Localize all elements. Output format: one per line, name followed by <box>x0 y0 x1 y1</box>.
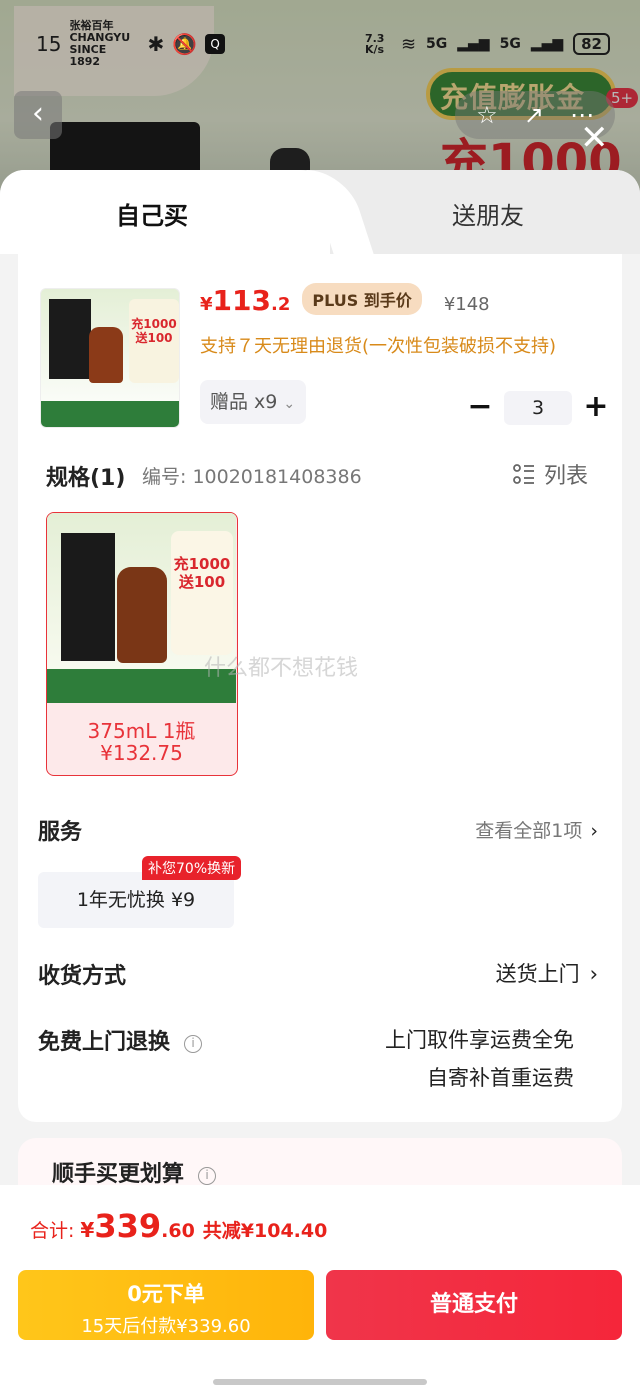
price-decimal: .2 <box>270 294 291 315</box>
total-label: 合计: <box>30 1220 75 1242</box>
signal-bars-icon-2: ▂▄▆ <box>530 36 564 52</box>
delivery-value: 送货上门 <box>495 962 580 986</box>
pay-later-title: 0元下单 <box>127 1282 205 1306</box>
chevron-right-icon: › <box>590 820 598 842</box>
service-title: 服务 <box>38 820 83 845</box>
spec-promo: 充1000 送100 <box>171 531 233 655</box>
pay-later-subtitle: 15天后付款¥339.60 <box>81 1316 251 1337</box>
tab-gift-friend[interactable]: 送朋友 <box>452 196 524 231</box>
combo-card: 顺手买更划算 i <box>18 1138 622 1185</box>
delivery-selector[interactable]: 送货上门 › <box>496 958 598 988</box>
signal-5g-1: 5G <box>426 36 448 52</box>
thumb-promo: 充1000 送100 <box>129 299 179 383</box>
price-integer: 113 <box>212 284 271 317</box>
return-policy-note: 支持７天无理由退货(一次性包装破损不支持) <box>200 336 557 357</box>
gift-label: 赠品 x9 <box>210 391 278 413</box>
home-indicator[interactable] <box>213 1379 427 1385</box>
pay-later-button[interactable]: 0元下单 15天后付款¥339.60 <box>18 1270 314 1340</box>
signal-bars-icon: ▂▄▆ <box>457 36 490 52</box>
free-return-title: 免费上门退换 <box>38 1030 171 1055</box>
wifi-icon: ≋ <box>400 33 417 55</box>
order-total: 合计: ¥ 339 .60 共减¥104.40 <box>30 1207 327 1245</box>
favorite-star-icon[interactable]: ☆ <box>476 101 498 129</box>
increase-button[interactable]: + <box>578 390 614 426</box>
service-view-all[interactable]: 查看全部1项 › <box>475 816 598 843</box>
thumb-footer <box>41 401 179 427</box>
normal-pay-button[interactable]: 普通支付 <box>326 1270 622 1340</box>
plus-price-badge: PLUS 到手价 <box>302 283 422 315</box>
close-icon[interactable]: ✕ <box>580 118 609 158</box>
net-speed: 7.3 K/s <box>364 32 385 56</box>
tab-buy-self[interactable]: 自己买 <box>116 196 188 231</box>
price-row: ¥ 113 .2 PLUS 到手价 ¥148 <box>200 283 490 319</box>
thumb-box <box>49 299 91 379</box>
brand-logo-text: 张裕百年 CHANGYU SINCE 1892 <box>69 19 131 68</box>
total-currency: ¥ <box>80 1218 95 1242</box>
quantity-input[interactable]: 3 <box>504 391 572 425</box>
list-icon <box>513 464 534 484</box>
combo-title: 顺手买更划算 i <box>52 1156 217 1185</box>
spec-box <box>61 533 115 661</box>
original-price: ¥148 <box>443 294 490 315</box>
list-view-toggle[interactable]: 列表 <box>512 458 588 490</box>
free-return-line2: 自寄补首重运费 <box>427 1066 574 1090</box>
combo-title-text: 顺手买更划算 <box>52 1162 185 1185</box>
checkout-bar: 合计: ¥ 339 .60 共减¥104.40 0元下单 15天后付款¥339.… <box>0 1185 640 1400</box>
price-currency: ¥ <box>200 294 213 315</box>
total-decimal: .60 <box>161 1220 195 1242</box>
qq-icon: Q <box>205 34 226 54</box>
spec-option-price: ¥132.75 <box>100 741 183 765</box>
chevron-left-icon: ‹ <box>32 96 44 131</box>
free-return-row: 免费上门退换 i <box>38 1024 203 1056</box>
purchase-tabs: 自己买 送朋友 <box>0 170 640 254</box>
product-code: 编号: 10020181408386 <box>142 466 362 488</box>
list-label: 列表 <box>544 464 589 489</box>
quantity-stepper: − 3 + <box>462 390 614 426</box>
signal-5g-2: 5G <box>499 36 521 52</box>
total-savings: 共减¥104.40 <box>202 1220 328 1242</box>
share-icon[interactable]: ↗ <box>524 101 544 129</box>
delivery-title: 收货方式 <box>38 964 127 989</box>
thumb-bottle <box>89 327 123 383</box>
spec-option-name: 375mL 1瓶 <box>87 719 196 743</box>
service-view-all-label: 查看全部1项 <box>475 820 583 842</box>
chevron-right-icon: › <box>589 962 598 986</box>
watermark: 什么都不想花钱 <box>204 656 359 681</box>
gift-dropdown[interactable]: 赠品 x9 ⌄ <box>200 380 306 424</box>
product-thumbnail[interactable]: 充1000 送100 <box>40 288 180 428</box>
purchase-sheet: 自己买 送朋友 充1000 送100 ¥ 113 .2 PLUS 到手价 ¥14… <box>0 170 640 1185</box>
free-return-line1: 上门取件享运费全免 <box>385 1028 574 1052</box>
spec-title: 规格(1) <box>46 466 126 491</box>
mute-icon: 🔕 <box>172 32 198 56</box>
total-integer: 339 <box>94 1207 162 1245</box>
decrease-button[interactable]: − <box>462 390 498 426</box>
status-time: 15 <box>36 32 62 56</box>
info-icon[interactable]: i <box>184 1035 203 1053</box>
spec-option-selected[interactable]: 充1000 送100 375mL 1瓶 ¥132.75 <box>46 512 238 776</box>
service-tag: 补您70%换新 <box>142 856 242 880</box>
chevron-down-icon: ⌄ <box>283 396 296 412</box>
back-button[interactable]: ‹ <box>14 91 62 139</box>
status-bar: 15 张裕百年 CHANGYU SINCE 1892 ✱ 🔕 Q 7.3 K/s… <box>36 20 610 68</box>
battery-indicator: 82 <box>573 33 610 55</box>
product-config-card: 充1000 送100 ¥ 113 .2 PLUS 到手价 ¥148 支持７天无理… <box>18 254 622 1122</box>
bluetooth-icon: ✱ <box>147 32 165 56</box>
info-icon[interactable]: i <box>198 1167 217 1185</box>
spec-bottle <box>117 567 167 663</box>
service-option[interactable]: 1年无忧换 ¥9 <box>38 872 234 928</box>
